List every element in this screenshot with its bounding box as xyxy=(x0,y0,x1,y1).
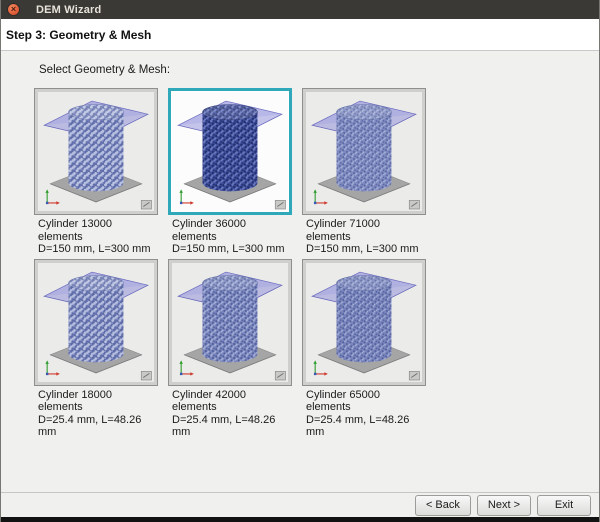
cylinder-render xyxy=(172,263,288,382)
geometry-caption: Cylinder 42000 elements D=25.4 mm, L=48.… xyxy=(168,386,290,439)
geometry-option[interactable]: Cylinder 71000 elements D=150 mm, L=300 … xyxy=(302,88,426,259)
content-area: Select Geometry & Mesh: xyxy=(1,51,599,492)
geometry-option[interactable]: Cylinder 18000 elements D=25.4 mm, L=48.… xyxy=(34,259,158,442)
axis-triad-icon xyxy=(179,189,193,204)
particle-cylinder xyxy=(337,283,392,362)
cylinder-render xyxy=(38,92,154,211)
geometry-title: Cylinder 65000 elements xyxy=(306,389,380,414)
geometry-option[interactable]: Cylinder 36000 elements D=150 mm, L=300 … xyxy=(168,88,292,259)
zoom-badge-icon xyxy=(275,371,285,380)
geometry-title: Cylinder 36000 elements xyxy=(172,218,246,243)
exit-button[interactable]: Exit xyxy=(537,495,591,516)
thumbnail-grid: Cylinder 13000 elements D=150 mm, L=300 … xyxy=(34,88,599,442)
axis-triad-icon xyxy=(45,189,59,204)
close-icon[interactable]: × xyxy=(7,3,20,16)
axis-triad-icon xyxy=(45,360,59,375)
select-geometry-label: Select Geometry & Mesh: xyxy=(39,64,599,76)
axis-triad-icon xyxy=(313,360,327,375)
geometry-dimensions: D=25.4 mm, L=48.26 mm xyxy=(38,414,156,439)
particle-cylinder xyxy=(203,283,258,362)
geometry-caption: Cylinder 65000 elements D=25.4 mm, L=48.… xyxy=(302,386,424,439)
geometry-caption: Cylinder 71000 elements D=150 mm, L=300 … xyxy=(302,215,424,256)
cylinder-3d-view xyxy=(172,263,288,382)
geometry-caption: Cylinder 18000 elements D=25.4 mm, L=48.… xyxy=(34,386,156,439)
cylinder-render xyxy=(172,92,288,211)
window-title: DEM Wizard xyxy=(36,4,101,16)
geometry-caption: Cylinder 36000 elements D=150 mm, L=300 … xyxy=(168,215,290,256)
cylinder-render xyxy=(38,263,154,382)
cylinder-render xyxy=(306,92,422,211)
button-bar: < Back Next > Exit xyxy=(1,492,599,517)
zoom-badge-icon xyxy=(141,371,151,380)
geometry-dimensions: D=150 mm, L=300 mm xyxy=(172,243,290,256)
titlebar[interactable]: × DEM Wizard xyxy=(1,0,599,19)
geometry-title: Cylinder 71000 elements xyxy=(306,218,380,243)
back-button[interactable]: < Back xyxy=(415,495,471,516)
geometry-dimensions: D=150 mm, L=300 mm xyxy=(306,243,424,256)
geometry-option[interactable]: Cylinder 13000 elements D=150 mm, L=300 … xyxy=(34,88,158,259)
geometry-thumbnail[interactable] xyxy=(302,259,426,386)
geometry-dimensions: D=150 mm, L=300 mm xyxy=(38,243,156,256)
particle-cylinder xyxy=(203,112,258,191)
geometry-thumbnail[interactable] xyxy=(34,259,158,386)
zoom-badge-icon xyxy=(141,200,151,209)
geometry-title: Cylinder 13000 elements xyxy=(38,218,112,243)
particle-cylinder xyxy=(69,283,124,362)
geometry-title: Cylinder 18000 elements xyxy=(38,389,112,414)
geometry-caption: Cylinder 13000 elements D=150 mm, L=300 … xyxy=(34,215,156,256)
step-header: Step 3: Geometry & Mesh xyxy=(1,19,599,51)
geometry-title: Cylinder 42000 elements xyxy=(172,389,246,414)
cylinder-3d-view xyxy=(306,92,422,211)
geometry-dimensions: D=25.4 mm, L=48.26 mm xyxy=(306,414,424,439)
cylinder-3d-view xyxy=(306,263,422,382)
cylinder-render xyxy=(306,263,422,382)
geometry-thumbnail[interactable] xyxy=(168,259,292,386)
cylinder-3d-view xyxy=(38,263,154,382)
step-title: Step 3: Geometry & Mesh xyxy=(6,28,151,42)
dem-wizard-window: × DEM Wizard Step 3: Geometry & Mesh Sel… xyxy=(0,0,600,522)
next-button[interactable]: Next > xyxy=(477,495,531,516)
cylinder-3d-view xyxy=(38,92,154,211)
geometry-option[interactable]: Cylinder 65000 elements D=25.4 mm, L=48.… xyxy=(302,259,426,442)
particle-cylinder xyxy=(337,112,392,191)
geometry-thumbnail[interactable] xyxy=(34,88,158,215)
cylinder-3d-view xyxy=(172,92,288,211)
axis-triad-icon xyxy=(179,360,193,375)
geometry-dimensions: D=25.4 mm, L=48.26 mm xyxy=(172,414,290,439)
axis-triad-icon xyxy=(313,189,327,204)
zoom-badge-icon xyxy=(409,371,419,380)
window-bottom-edge xyxy=(1,517,599,522)
particle-cylinder xyxy=(69,112,124,191)
zoom-badge-icon xyxy=(409,200,419,209)
geometry-thumbnail[interactable] xyxy=(302,88,426,215)
zoom-badge-icon xyxy=(275,200,285,209)
geometry-thumbnail[interactable] xyxy=(168,88,292,215)
close-glyph: × xyxy=(11,5,16,14)
geometry-option[interactable]: Cylinder 42000 elements D=25.4 mm, L=48.… xyxy=(168,259,292,442)
